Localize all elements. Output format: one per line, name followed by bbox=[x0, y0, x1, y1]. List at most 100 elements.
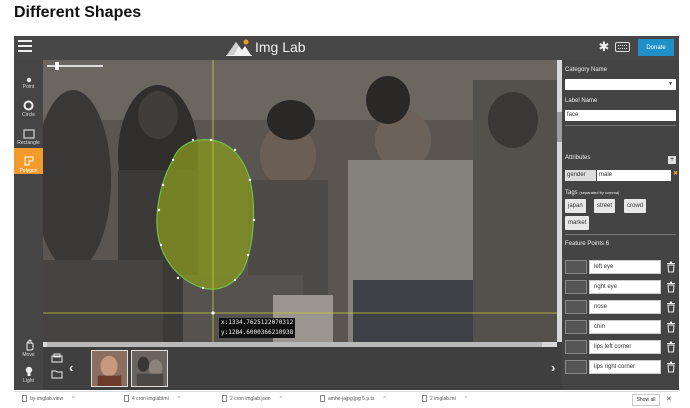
tool-rectangle[interactable]: Rectangle bbox=[14, 120, 43, 146]
download-item-name: by-imglab.view bbox=[30, 395, 64, 402]
trash-icon[interactable] bbox=[666, 321, 676, 333]
attribute-value-field[interactable]: male bbox=[597, 170, 671, 181]
file-icon bbox=[422, 395, 427, 402]
trash-icon[interactable] bbox=[666, 341, 676, 353]
tag-chip[interactable]: market bbox=[565, 216, 590, 230]
feature-point-marker[interactable] bbox=[565, 280, 587, 294]
panel-divider bbox=[565, 234, 676, 235]
tags-label-text: Tags bbox=[565, 190, 578, 196]
download-item[interactable]: 2 cron imglab.json ^ bbox=[222, 395, 282, 402]
img-lab-app: Img Lab ✱ Donate Point Circle Rectangle … bbox=[14, 36, 679, 390]
attribute-key-field[interactable]: gender bbox=[565, 170, 596, 181]
top-bar: Img Lab ✱ Donate bbox=[14, 36, 679, 60]
feature-point-name[interactable]: right eye bbox=[589, 280, 661, 294]
feature-point-marker[interactable] bbox=[565, 260, 587, 274]
feature-point-row: right eye bbox=[565, 280, 676, 294]
feature-points-label: Feature Points 6 bbox=[565, 241, 609, 247]
tool-light[interactable]: Light bbox=[14, 358, 43, 384]
feature-point-row: lips left corner bbox=[565, 340, 676, 354]
page-heading: Different Shapes bbox=[14, 4, 142, 21]
chevron-left-icon[interactable]: ‹ bbox=[69, 360, 73, 375]
add-attribute-button[interactable]: + bbox=[668, 156, 676, 164]
feature-point-row: chin bbox=[565, 320, 676, 334]
tool-point-label: Point bbox=[22, 84, 35, 90]
delete-attribute-icon[interactable]: ✖ bbox=[673, 170, 678, 177]
download-item-name: 2 imglab.mt bbox=[430, 395, 456, 402]
trash-icon[interactable] bbox=[666, 261, 676, 273]
folder-open-icon[interactable] bbox=[51, 369, 63, 379]
download-item-name: 2 cron imglab.json bbox=[230, 395, 271, 402]
download-item[interactable]: by-imglab.view ^ bbox=[22, 395, 74, 402]
thumbnail-1[interactable] bbox=[91, 350, 128, 387]
trash-icon[interactable] bbox=[666, 281, 676, 293]
keyboard-icon[interactable] bbox=[615, 42, 630, 52]
trash-icon[interactable] bbox=[666, 301, 676, 313]
feature-point-row: lips right corner bbox=[565, 360, 676, 374]
chevron-right-icon[interactable]: › bbox=[551, 360, 555, 375]
feature-point-marker[interactable] bbox=[565, 360, 587, 374]
file-icon bbox=[124, 395, 129, 402]
download-item[interactable]: 2 imglab.mt ^ bbox=[422, 395, 467, 402]
tool-rectangle-label: Rectangle bbox=[17, 140, 40, 146]
chevron-up-icon[interactable]: ^ bbox=[280, 396, 282, 402]
donate-button[interactable]: Donate bbox=[638, 39, 674, 56]
coord-x: x:1334.7625122070312 bbox=[221, 319, 294, 326]
attributes-label: Attributes bbox=[565, 155, 591, 161]
thumbnail-2[interactable] bbox=[131, 350, 168, 387]
chevron-up-icon[interactable]: ^ bbox=[72, 396, 74, 402]
trash-icon[interactable] bbox=[666, 361, 676, 373]
menu-icon[interactable] bbox=[18, 40, 32, 54]
feature-point-name[interactable]: nose bbox=[589, 300, 661, 314]
chevron-up-icon[interactable]: ^ bbox=[465, 396, 467, 402]
tool-circle[interactable]: Circle bbox=[14, 92, 43, 118]
download-item[interactable]: 4 cron imglabtml ^ bbox=[124, 395, 180, 402]
tag-chip[interactable]: street bbox=[594, 199, 616, 213]
move-icon bbox=[26, 339, 33, 351]
feature-point-row: nose bbox=[565, 300, 676, 314]
zoom-slider-knob[interactable] bbox=[55, 62, 59, 70]
category-select[interactable]: ▼ bbox=[565, 79, 676, 90]
tool-polygon-label: Polygon bbox=[19, 168, 38, 174]
save-icon[interactable] bbox=[51, 353, 63, 363]
label-name-input[interactable]: face bbox=[565, 110, 676, 121]
feature-point-name[interactable]: lips right corner bbox=[589, 360, 661, 374]
feature-point-name[interactable]: chin bbox=[589, 320, 661, 334]
feature-point-marker[interactable] bbox=[565, 300, 587, 314]
download-item[interactable]: amhe-jajpg.jpg 5.p.ts ^ bbox=[320, 395, 386, 402]
chevron-down-icon: ▼ bbox=[668, 81, 673, 87]
feature-point-marker[interactable] bbox=[565, 340, 587, 354]
tool-polygon[interactable]: Polygon bbox=[14, 148, 43, 174]
zoom-slider[interactable] bbox=[47, 62, 103, 70]
mountain-logo-icon bbox=[226, 39, 252, 56]
feature-point-name[interactable]: lips left corner bbox=[589, 340, 661, 354]
feature-point-name[interactable]: left eye bbox=[589, 260, 661, 274]
chevron-up-icon[interactable]: ^ bbox=[178, 396, 180, 402]
puzzle-icon[interactable]: ✱ bbox=[597, 40, 611, 54]
tags-label: Tags (separated by comma) bbox=[565, 190, 619, 196]
app-logo: Img Lab bbox=[226, 38, 306, 56]
tag-chip[interactable]: crowd bbox=[624, 199, 647, 213]
tool-circle-label: Circle bbox=[22, 112, 35, 118]
tool-move[interactable]: Move bbox=[14, 332, 43, 358]
coord-y: y:1284.6000366210938 bbox=[221, 329, 294, 336]
panel-divider bbox=[565, 125, 676, 126]
file-icon bbox=[320, 395, 325, 402]
rectangle-icon bbox=[23, 129, 34, 139]
feature-point-row: left eye bbox=[565, 260, 676, 274]
image-canvas[interactable]: x:1334.7625122070312 y:1284.600036621093… bbox=[43, 60, 557, 342]
tool-point[interactable]: Point bbox=[14, 64, 43, 90]
chevron-up-icon[interactable]: ^ bbox=[383, 396, 385, 402]
point-icon bbox=[26, 77, 31, 83]
light-icon bbox=[25, 366, 32, 376]
app-title: Img Lab bbox=[255, 39, 306, 55]
circle-icon bbox=[23, 100, 34, 111]
close-icon[interactable]: ✕ bbox=[666, 395, 672, 403]
show-all-button[interactable]: Show all bbox=[632, 394, 660, 406]
street-photo bbox=[43, 60, 557, 342]
polygon-icon bbox=[24, 156, 33, 166]
feature-point-marker[interactable] bbox=[565, 320, 587, 334]
properties-panel: Category Name ▼ Label Name face Attribut… bbox=[562, 60, 679, 390]
tool-light-label: Light bbox=[23, 378, 34, 384]
feature-points-label-text: Feature Points bbox=[565, 241, 605, 247]
tag-chip[interactable]: japan bbox=[565, 199, 586, 213]
